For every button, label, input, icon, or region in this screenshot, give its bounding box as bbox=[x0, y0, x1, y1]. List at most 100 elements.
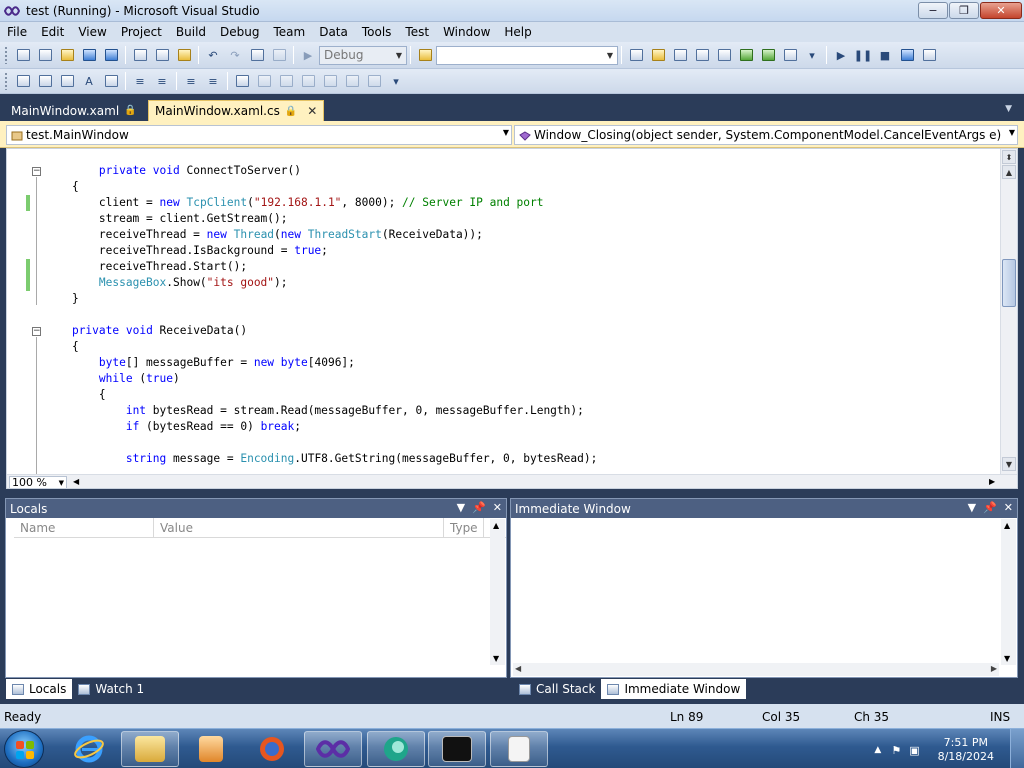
code-line[interactable]: int bytesRead = stream.Read(messageBuffe… bbox=[45, 403, 597, 419]
object-members-icon[interactable] bbox=[14, 72, 32, 90]
collapse-toggle-icon[interactable]: − bbox=[32, 167, 41, 176]
tools-icon[interactable] bbox=[715, 46, 733, 64]
restart-icon[interactable] bbox=[898, 46, 916, 64]
toolbar-grip[interactable] bbox=[4, 72, 8, 90]
paste-icon[interactable] bbox=[175, 46, 193, 64]
members-dropdown[interactable]: Window_Closing(object sender, System.Com… bbox=[514, 125, 1018, 145]
add-item-icon[interactable] bbox=[36, 46, 54, 64]
tab-watch-1[interactable]: Watch 1 bbox=[72, 679, 150, 699]
scroll-thumb[interactable] bbox=[1002, 259, 1016, 307]
menu-help[interactable]: Help bbox=[497, 22, 538, 42]
menu-project[interactable]: Project bbox=[114, 22, 169, 42]
clock[interactable]: 7:51 PM 8/18/2024 bbox=[938, 736, 994, 764]
previous-bookmark-folder-icon[interactable] bbox=[299, 72, 317, 90]
code-line[interactable]: { bbox=[45, 179, 597, 195]
break-all-icon[interactable]: ❚❚ bbox=[854, 46, 872, 64]
code-line[interactable]: MessageBox.Show("its good"); bbox=[45, 275, 597, 291]
code-line[interactable]: client = new TcpClient("192.168.1.1", 80… bbox=[45, 195, 597, 211]
menu-window[interactable]: Window bbox=[436, 22, 497, 42]
tab-mainwindow-xaml[interactable]: MainWindow.xaml 🔒 bbox=[5, 100, 143, 121]
next-bookmark-icon[interactable] bbox=[277, 72, 295, 90]
find-in-files-icon[interactable] bbox=[416, 46, 434, 64]
word-completion-icon[interactable]: A bbox=[80, 72, 98, 90]
properties-icon[interactable] bbox=[649, 46, 667, 64]
scroll-down-icon[interactable]: ▼ bbox=[493, 654, 499, 663]
scroll-right-icon[interactable]: ▶ bbox=[989, 477, 995, 486]
uncomment-icon[interactable]: ≡ bbox=[204, 72, 222, 90]
pin-icon[interactable]: 📌 bbox=[983, 501, 997, 514]
toolbar-grip[interactable] bbox=[4, 46, 8, 64]
scroll-right-icon[interactable]: ▶ bbox=[991, 664, 997, 673]
display-params-icon[interactable] bbox=[102, 72, 120, 90]
solution-config-select[interactable]: Debug ▼ bbox=[319, 45, 407, 65]
close-icon[interactable]: ✕ bbox=[493, 501, 502, 514]
code-line[interactable]: byte[] messageBuffer = new byte[4096]; bbox=[45, 355, 597, 371]
flag-icon[interactable]: ⚑ bbox=[891, 744, 901, 757]
extension-manager-icon[interactable] bbox=[759, 46, 777, 64]
command-window-icon[interactable] bbox=[781, 46, 799, 64]
console-button[interactable] bbox=[428, 731, 486, 767]
explorer-button[interactable] bbox=[121, 731, 179, 767]
horizontal-scrollbar[interactable]: 100 % ▼ ◀ ▶ bbox=[7, 474, 1017, 488]
toolbox-icon[interactable] bbox=[693, 46, 711, 64]
menu-view[interactable]: View bbox=[71, 22, 113, 42]
menu-test[interactable]: Test bbox=[398, 22, 436, 42]
horizontal-scrollbar[interactable]: ◀ ▶ bbox=[513, 663, 999, 676]
show-hidden-icons-icon[interactable]: ▲ bbox=[874, 745, 881, 755]
save-all-icon[interactable] bbox=[102, 46, 120, 64]
code-line[interactable] bbox=[45, 435, 597, 451]
show-desktop-button[interactable] bbox=[1010, 729, 1024, 768]
running-app-button[interactable] bbox=[490, 731, 548, 767]
toolbar-options-icon[interactable]: ▾ bbox=[387, 72, 405, 90]
bookmark-options-icon[interactable] bbox=[365, 72, 383, 90]
code-line[interactable]: if (bytesRead == 0) break; bbox=[45, 419, 597, 435]
code-line[interactable]: stream = client.GetStream(); bbox=[45, 211, 597, 227]
save-icon[interactable] bbox=[80, 46, 98, 64]
show-next-statement-icon[interactable] bbox=[920, 46, 938, 64]
tab-locals[interactable]: Locals bbox=[6, 679, 73, 699]
vertical-scrollbar[interactable]: ▲ ▼ bbox=[1001, 519, 1016, 665]
menu-edit[interactable]: Edit bbox=[34, 22, 71, 42]
stop-debugging-icon[interactable]: ■ bbox=[876, 46, 894, 64]
open-file-icon[interactable] bbox=[58, 46, 76, 64]
cut-icon[interactable] bbox=[131, 46, 149, 64]
navigate-forward-icon[interactable] bbox=[270, 46, 288, 64]
quick-info-icon[interactable] bbox=[58, 72, 76, 90]
menu-build[interactable]: Build bbox=[169, 22, 213, 42]
tab-immediate-window[interactable]: Immediate Window bbox=[601, 679, 747, 699]
redo-icon[interactable]: ↷ bbox=[226, 46, 244, 64]
code-line[interactable]: string message = Encoding.UTF8.GetString… bbox=[45, 451, 598, 467]
immediate-input[interactable] bbox=[511, 518, 1001, 664]
code-line[interactable]: receiveThread.Start(); bbox=[45, 259, 597, 275]
column-type[interactable]: Type bbox=[444, 518, 484, 537]
close-tab-icon[interactable]: ✕ bbox=[307, 104, 317, 118]
code-line[interactable]: private void ReceiveData() bbox=[45, 323, 597, 339]
code-text[interactable]: private void ConnectToServer() { client … bbox=[45, 163, 597, 467]
code-line[interactable]: } bbox=[45, 291, 597, 307]
clear-bookmarks-icon[interactable] bbox=[343, 72, 361, 90]
vertical-scrollbar[interactable]: ⬍ ▲ ▼ bbox=[1000, 149, 1017, 474]
toolbar-options-icon[interactable]: ▾ bbox=[803, 46, 821, 64]
code-line[interactable] bbox=[45, 307, 597, 323]
scroll-up-icon[interactable]: ▲ bbox=[1004, 521, 1010, 530]
scroll-left-icon[interactable]: ◀ bbox=[515, 664, 521, 673]
collapse-toggle-icon[interactable]: − bbox=[32, 327, 41, 336]
copy-icon[interactable] bbox=[153, 46, 171, 64]
find-combo[interactable]: ▼ bbox=[436, 45, 618, 65]
indicator-margin[interactable] bbox=[7, 149, 25, 474]
comment-out-icon[interactable]: ≡ bbox=[182, 72, 200, 90]
scroll-down-icon[interactable]: ▼ bbox=[1004, 654, 1010, 663]
toggle-bookmark-icon[interactable] bbox=[233, 72, 251, 90]
minimize-button[interactable]: − bbox=[918, 2, 948, 19]
start-debugging-icon[interactable]: ▶ bbox=[299, 46, 317, 64]
start-button[interactable] bbox=[4, 730, 44, 768]
navigate-backward-icon[interactable] bbox=[248, 46, 266, 64]
pin-icon[interactable]: 📌 bbox=[472, 501, 486, 514]
code-line[interactable]: receiveThread.IsBackground = true; bbox=[45, 243, 597, 259]
media-player-button[interactable] bbox=[182, 731, 240, 767]
continue-icon[interactable]: ▶ bbox=[832, 46, 850, 64]
parameter-info-icon[interactable] bbox=[36, 72, 54, 90]
zoom-select[interactable]: 100 % ▼ bbox=[9, 476, 67, 488]
types-dropdown[interactable]: test.MainWindow ▼ bbox=[6, 125, 512, 145]
split-handle-icon[interactable]: ⬍ bbox=[1002, 150, 1016, 164]
